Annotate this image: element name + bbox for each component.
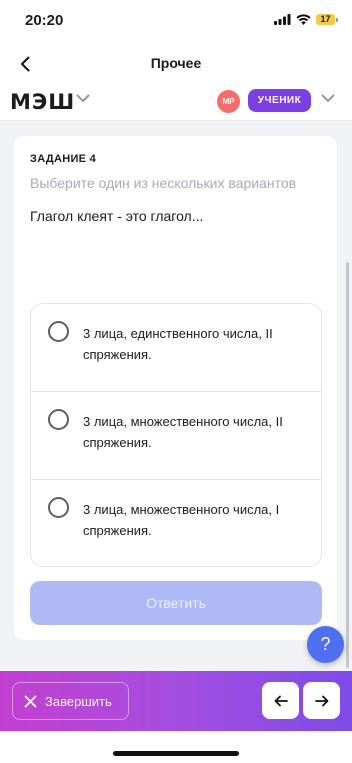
arrow-left-icon	[274, 695, 288, 706]
battery-icon: 17	[316, 14, 338, 25]
avatar[interactable]: МР	[217, 90, 240, 113]
chevron-down-icon[interactable]	[76, 94, 90, 103]
answer-option-label: 3 лица, множественного числа, II спряжен…	[83, 414, 283, 450]
status-bar: 20:20 17	[0, 0, 352, 44]
wifi-icon	[296, 14, 311, 25]
battery-level: 17	[316, 14, 335, 25]
next-button[interactable]	[303, 682, 340, 719]
task-hint: Выберите один из нескольких вариантов	[30, 175, 297, 191]
radio-button[interactable]	[48, 497, 69, 518]
close-icon	[24, 695, 37, 707]
answer-option-3[interactable]: 3 лица, множественного числа, I спряжени…	[31, 480, 321, 566]
radio-button[interactable]	[48, 321, 69, 342]
page-title: Прочее	[150, 55, 202, 71]
radio-button[interactable]	[48, 409, 69, 430]
finish-button[interactable]: Завершить	[12, 682, 129, 720]
question-text: Глагол клеят - это глагол...	[30, 208, 204, 224]
answer-option-label: 3 лица, единственного числа, II спряжени…	[83, 326, 273, 362]
home-indicator[interactable]	[113, 751, 239, 756]
chevron-down-icon[interactable]	[321, 94, 335, 103]
finish-button-label: Завершить	[45, 693, 112, 709]
status-time: 20:20	[25, 12, 64, 29]
app-header: МЭШ МР УЧЕНИК	[0, 84, 352, 121]
signal-icon	[274, 14, 291, 25]
nav-bar: Прочее	[0, 44, 352, 84]
scrollbar[interactable]	[346, 262, 349, 668]
previous-button[interactable]	[262, 682, 299, 719]
answer-option-label: 3 лица, множественного числа, I спряжени…	[83, 502, 280, 538]
bottom-bar: Завершить	[0, 671, 352, 731]
answer-options: 3 лица, единственного числа, II спряжени…	[30, 303, 322, 567]
help-button[interactable]: ?	[307, 626, 344, 663]
app-logo[interactable]: МЭШ	[10, 90, 75, 114]
arrow-right-icon	[314, 695, 328, 706]
answer-option-2[interactable]: 3 лица, множественного числа, II спряжен…	[31, 392, 321, 480]
submit-button[interactable]: Ответить	[30, 581, 322, 625]
role-badge[interactable]: УЧЕНИК	[248, 89, 311, 112]
status-icons: 17	[274, 14, 338, 25]
task-label: ЗАДАНИЕ 4	[30, 153, 97, 165]
answer-option-1[interactable]: 3 лица, единственного числа, II спряжени…	[31, 304, 321, 392]
